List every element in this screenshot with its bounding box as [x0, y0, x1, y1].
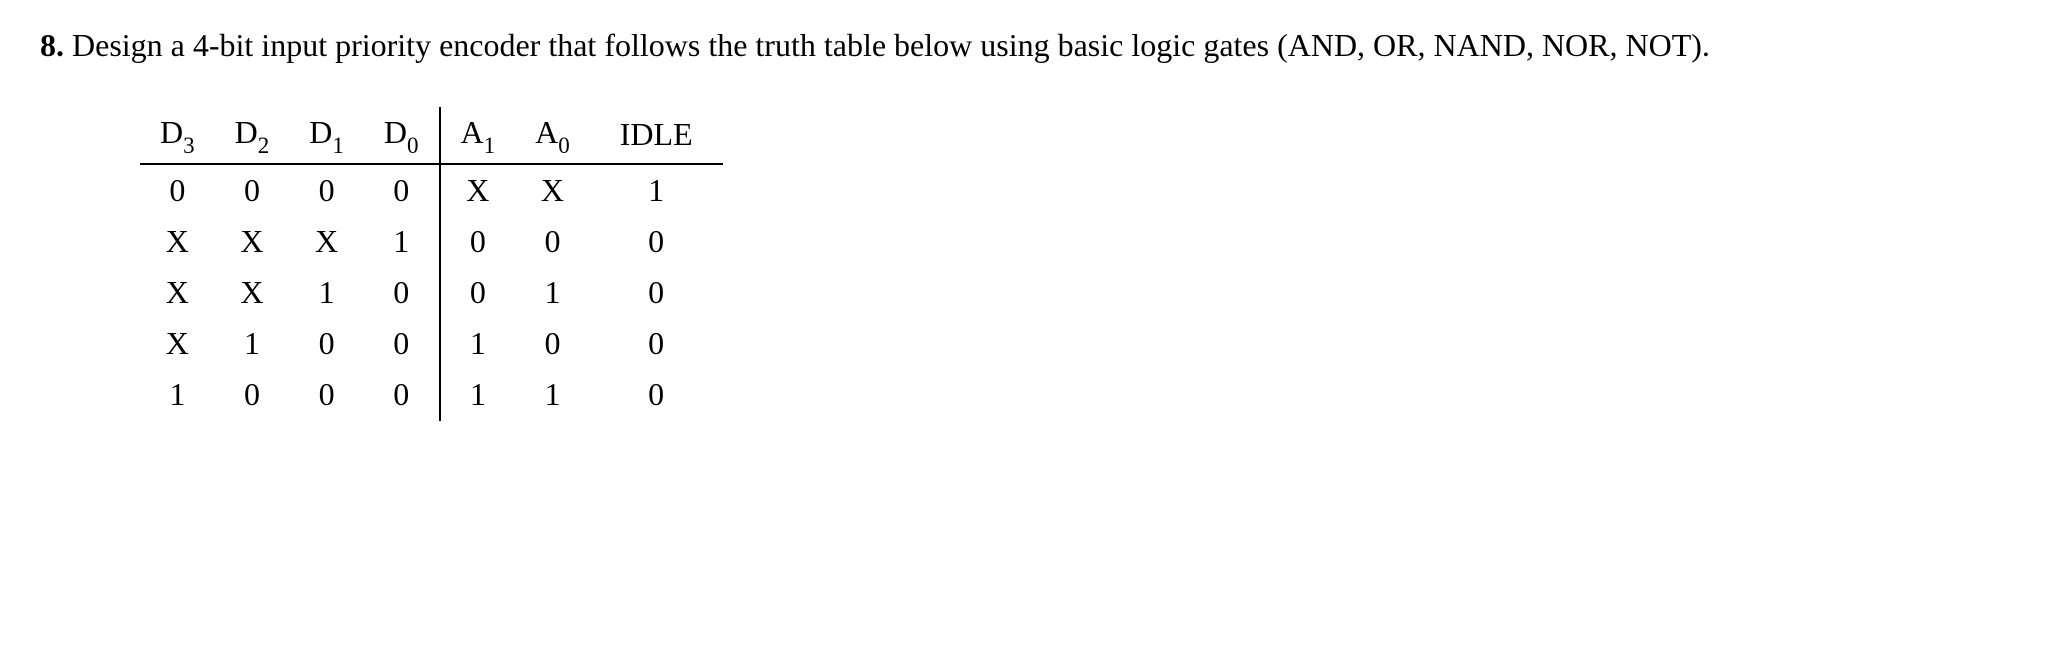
cell-idle: 1 [590, 164, 723, 216]
cell-d3: X [140, 318, 215, 369]
header-d2-sub: 2 [258, 132, 270, 158]
cell-d2: 0 [215, 164, 290, 216]
cell-d0: 0 [364, 164, 440, 216]
cell-a0: 0 [515, 318, 590, 369]
cell-d3: X [140, 267, 215, 318]
table-row: X 1 0 0 1 0 0 [140, 318, 723, 369]
header-d0-sub: 0 [407, 132, 419, 158]
cell-a1: 0 [440, 267, 516, 318]
cell-d0: 0 [364, 318, 440, 369]
header-d3-sub: 3 [183, 132, 195, 158]
truth-table: D3 D2 D1 D0 A1 A0 IDLE [140, 107, 723, 420]
cell-d0: 1 [364, 216, 440, 267]
cell-idle: 0 [590, 318, 723, 369]
cell-a1: 0 [440, 216, 516, 267]
header-a1-base: A [461, 114, 484, 150]
header-d2-base: D [235, 114, 258, 150]
cell-d3: 1 [140, 369, 215, 420]
cell-d1: 0 [289, 164, 364, 216]
truth-table-wrapper: D3 D2 D1 D0 A1 A0 IDLE [140, 107, 723, 420]
cell-d1: 0 [289, 369, 364, 420]
header-idle: IDLE [590, 107, 723, 164]
header-d0: D0 [364, 107, 440, 164]
header-d0-base: D [384, 114, 407, 150]
table-row: 1 0 0 0 1 1 0 [140, 369, 723, 420]
cell-d1: X [289, 216, 364, 267]
cell-a0: 1 [515, 369, 590, 420]
cell-d3: 0 [140, 164, 215, 216]
cell-idle: 0 [590, 267, 723, 318]
header-d1-sub: 1 [332, 132, 344, 158]
cell-d2: 1 [215, 318, 290, 369]
header-a1-sub: 1 [484, 132, 496, 158]
cell-d3: X [140, 216, 215, 267]
table-header-row: D3 D2 D1 D0 A1 A0 IDLE [140, 107, 723, 164]
header-d1-base: D [309, 114, 332, 150]
cell-idle: 0 [590, 216, 723, 267]
cell-d0: 0 [364, 369, 440, 420]
cell-a0: 0 [515, 216, 590, 267]
table-row: X X 1 0 0 1 0 [140, 267, 723, 318]
cell-d2: X [215, 216, 290, 267]
question-body: Design a 4-bit input priority encoder th… [72, 27, 1710, 63]
header-d3: D3 [140, 107, 215, 164]
header-a0: A0 [515, 107, 590, 164]
cell-a0: X [515, 164, 590, 216]
cell-a1: X [440, 164, 516, 216]
cell-idle: 0 [590, 369, 723, 420]
cell-d2: X [215, 267, 290, 318]
cell-d1: 0 [289, 318, 364, 369]
cell-d1: 1 [289, 267, 364, 318]
header-a0-base: A [535, 114, 558, 150]
header-d1: D1 [289, 107, 364, 164]
question-number: 8. [40, 27, 64, 63]
cell-d0: 0 [364, 267, 440, 318]
question-text: 8. Design a 4-bit input priority encoder… [40, 24, 2020, 67]
table-row: 0 0 0 0 X X 1 [140, 164, 723, 216]
cell-a1: 1 [440, 369, 516, 420]
table-row: X X X 1 0 0 0 [140, 216, 723, 267]
header-d2: D2 [215, 107, 290, 164]
cell-d2: 0 [215, 369, 290, 420]
cell-a1: 1 [440, 318, 516, 369]
cell-a0: 1 [515, 267, 590, 318]
header-a0-sub: 0 [558, 132, 570, 158]
header-d3-base: D [160, 114, 183, 150]
header-a1: A1 [440, 107, 516, 164]
